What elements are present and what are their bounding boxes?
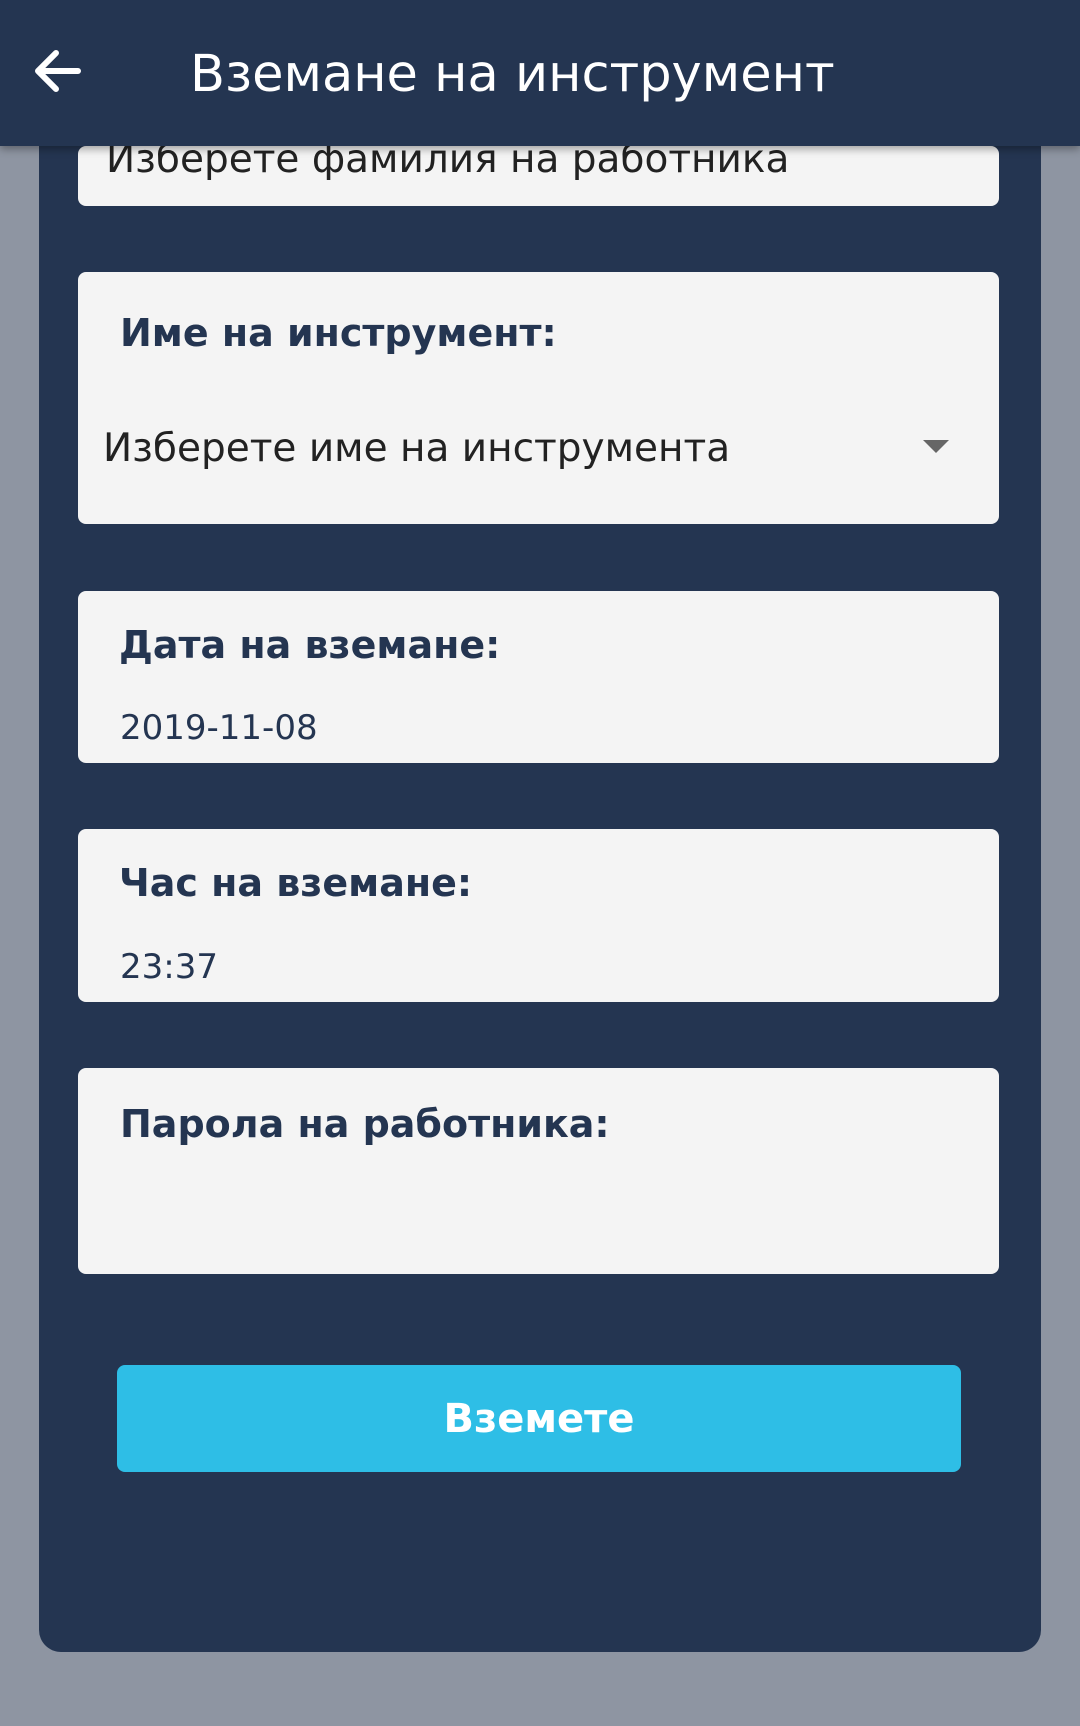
worker-surname-placeholder: Изберете фамилия на работника bbox=[106, 146, 790, 182]
date-label: Дата на вземане: bbox=[119, 623, 501, 667]
form-panel: Изберете фамилия на работника Име на инс… bbox=[39, 60, 1041, 1652]
app-bar: Вземане на инструмент bbox=[0, 0, 1080, 146]
time-card: Час на вземане: 23:37 bbox=[78, 829, 999, 1002]
back-button[interactable] bbox=[28, 40, 88, 100]
password-label: Парола на работника: bbox=[120, 1102, 610, 1146]
time-value[interactable]: 23:37 bbox=[120, 946, 218, 988]
tool-name-select[interactable]: Изберете име на инструмента bbox=[78, 392, 999, 512]
tool-name-card: Име на инструмент: Изберете име на инстр… bbox=[78, 272, 999, 524]
tool-name-label: Име на инструмент: bbox=[120, 311, 557, 355]
arrow-left-icon bbox=[35, 50, 81, 92]
password-input[interactable] bbox=[78, 1168, 999, 1268]
worker-surname-select[interactable]: Изберете фамилия на работника bbox=[78, 146, 999, 206]
date-card: Дата на вземане: 2019-11-08 bbox=[78, 591, 999, 763]
caret-down-icon bbox=[923, 440, 949, 453]
tool-name-placeholder: Изберете име на инструмента bbox=[103, 426, 731, 471]
take-button[interactable]: Вземете bbox=[117, 1365, 961, 1472]
page-title: Вземане на инструмент bbox=[190, 45, 835, 104]
date-value[interactable]: 2019-11-08 bbox=[120, 707, 318, 749]
password-card: Парола на работника: bbox=[78, 1068, 999, 1274]
time-label: Час на вземане: bbox=[119, 861, 473, 905]
